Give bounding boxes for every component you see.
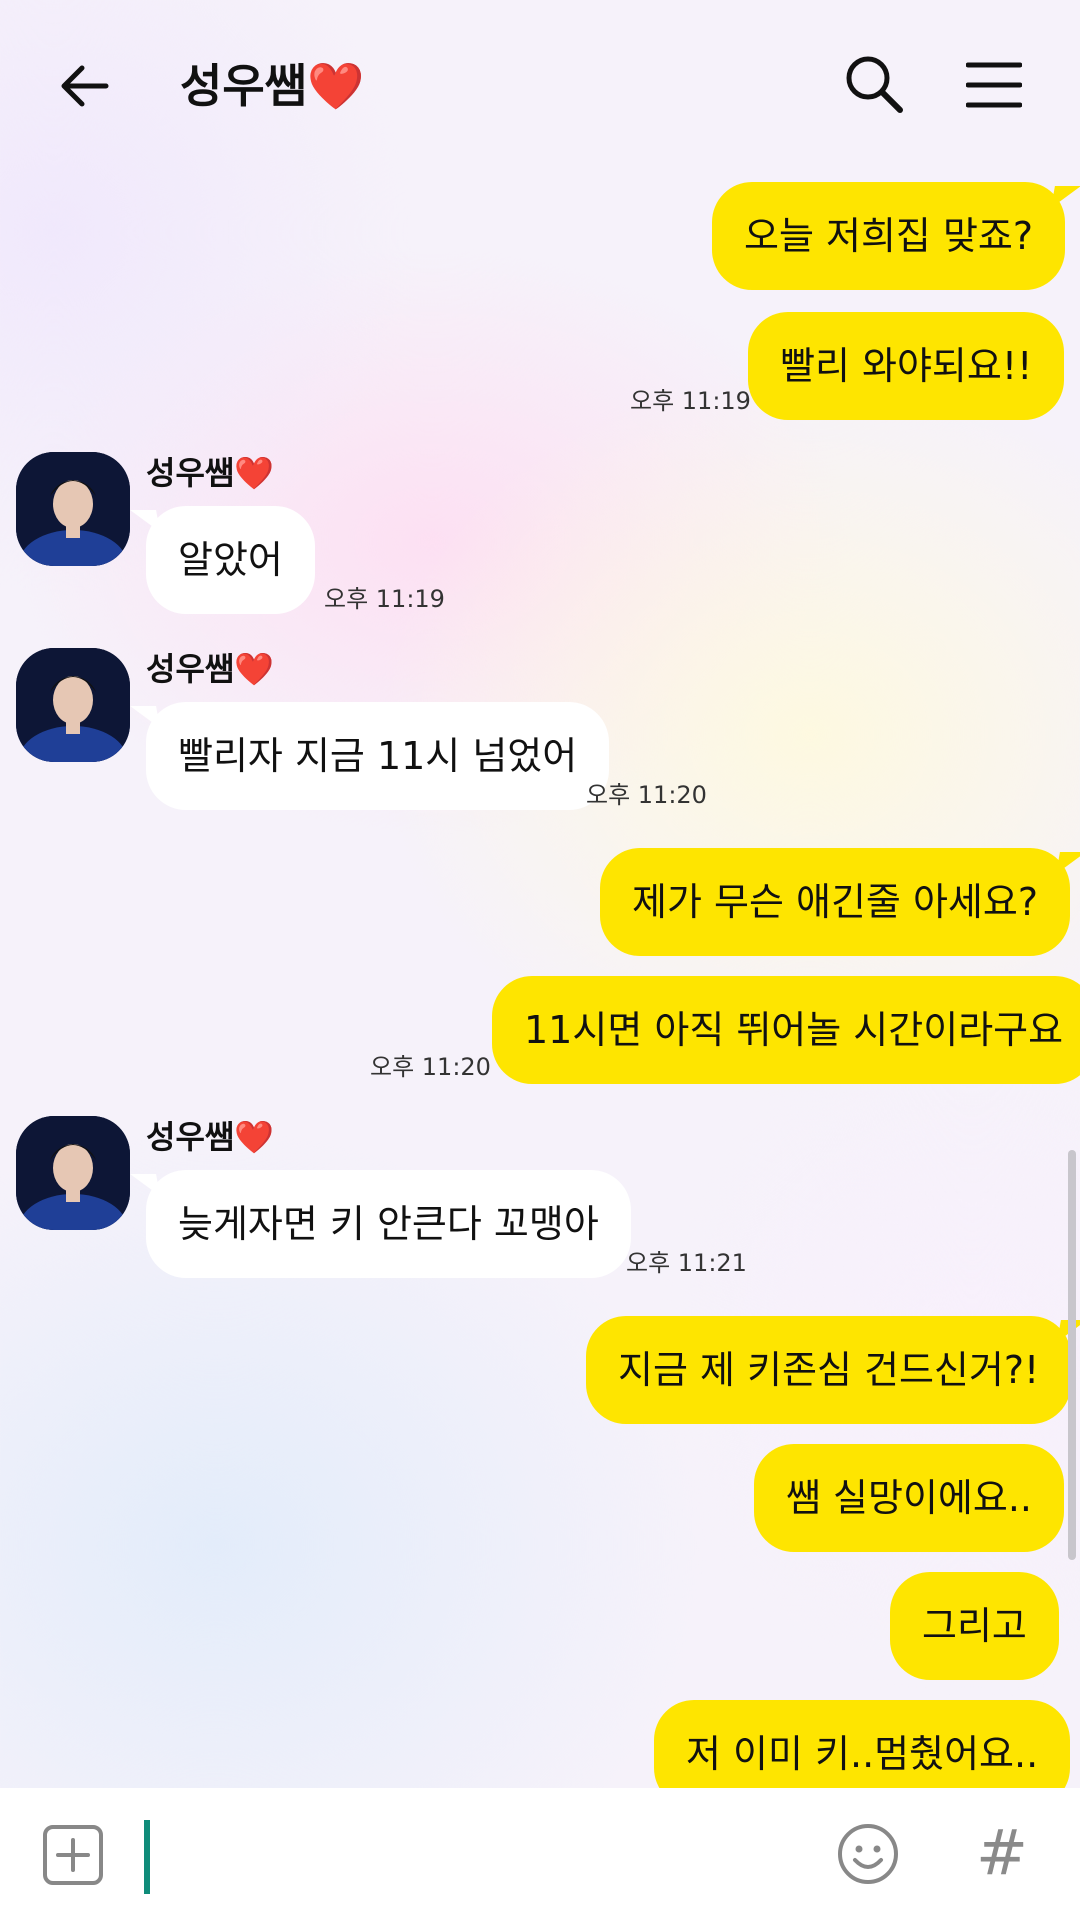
my-message-bubble[interactable]: 제가 무슨 애긴줄 아세요? bbox=[600, 848, 1071, 956]
sender-avatar[interactable] bbox=[16, 1116, 130, 1230]
sender-name: 성우쌤❤️ bbox=[146, 1114, 274, 1160]
heart-emoji: ❤️ bbox=[306, 59, 365, 113]
heart-emoji: ❤️ bbox=[234, 650, 275, 688]
smiley-icon[interactable] bbox=[836, 1822, 900, 1886]
message-input-bar: # bbox=[0, 1788, 1080, 1932]
search-icon[interactable] bbox=[842, 52, 906, 116]
my-message-bubble[interactable]: 11시면 아직 뛰어놀 시간이라구요 bbox=[492, 976, 1080, 1084]
my-message-bubble[interactable]: 오늘 저희집 맞죠? bbox=[712, 182, 1066, 290]
scrollbar-thumb[interactable] bbox=[1068, 1150, 1076, 1560]
their-message-bubble[interactable]: 늦게자면 키 안큰다 꼬맹아 bbox=[146, 1170, 631, 1278]
hamburger-menu-icon[interactable] bbox=[966, 60, 1022, 110]
sender-avatar[interactable] bbox=[16, 648, 130, 762]
message-timestamp: 오후 11:21 bbox=[626, 1249, 747, 1277]
message-timestamp: 오후 11:19 bbox=[630, 387, 751, 415]
hashtag-search-button[interactable]: # bbox=[976, 1818, 1028, 1888]
sender-avatar[interactable] bbox=[16, 452, 130, 566]
heart-emoji: ❤️ bbox=[234, 454, 275, 492]
avatar-portrait-image bbox=[16, 1116, 130, 1230]
avatar-portrait-image bbox=[16, 648, 130, 762]
my-message-bubble[interactable]: 쌤 실망이에요.. bbox=[754, 1444, 1064, 1552]
arrow-left-icon[interactable] bbox=[56, 58, 112, 114]
message-input[interactable] bbox=[140, 1816, 780, 1896]
sender-name-text: 성우쌤 bbox=[146, 1118, 235, 1156]
text-caret bbox=[144, 1820, 150, 1894]
my-message-bubble[interactable]: 빨리 와야되요!! bbox=[748, 312, 1065, 420]
chat-title: 성우쌤❤️ bbox=[180, 54, 364, 118]
message-timestamp: 오후 11:20 bbox=[586, 781, 707, 809]
sender-name: 성우쌤❤️ bbox=[146, 450, 274, 496]
sender-name-text: 성우쌤 bbox=[146, 650, 235, 688]
message-timestamp: 오후 11:19 bbox=[324, 585, 445, 613]
chat-title-text: 성우쌤 bbox=[180, 59, 307, 113]
plus-square-icon[interactable] bbox=[42, 1824, 104, 1886]
their-message-bubble[interactable]: 알았어 bbox=[146, 506, 315, 614]
their-message-bubble[interactable]: 빨리자 지금 11시 넘었어 bbox=[146, 702, 610, 810]
avatar-portrait-image bbox=[16, 452, 130, 566]
heart-emoji: ❤️ bbox=[234, 1118, 275, 1156]
chat-header: 성우쌤❤️ bbox=[0, 0, 1080, 168]
sender-name: 성우쌤❤️ bbox=[146, 646, 274, 692]
message-timestamp: 오후 11:20 bbox=[370, 1053, 491, 1081]
my-message-bubble[interactable]: 그리고 bbox=[890, 1572, 1059, 1680]
my-message-bubble[interactable]: 지금 제 키존심 건드신거?! bbox=[586, 1316, 1072, 1424]
sender-name-text: 성우쌤 bbox=[146, 454, 235, 492]
